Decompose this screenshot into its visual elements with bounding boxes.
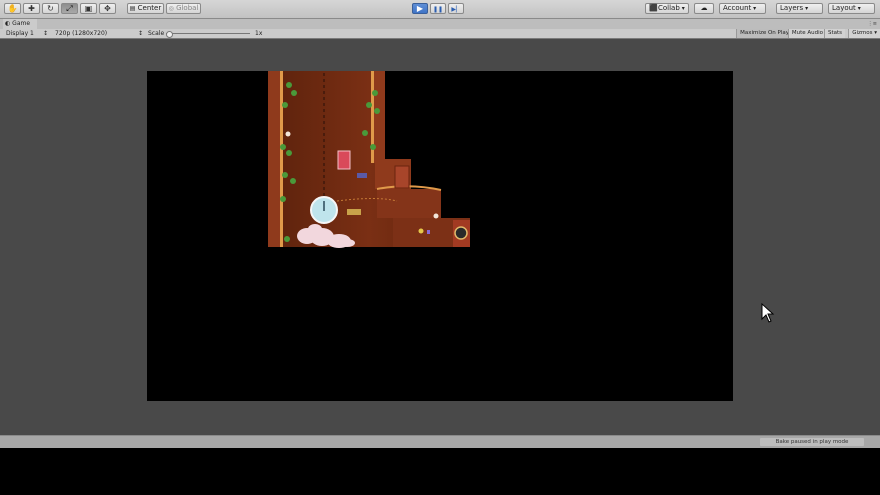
pause-icon: ❚❚ (432, 6, 444, 13)
layout-label: Layout (832, 4, 856, 12)
display-dropdown[interactable]: Display 1 ↕ (6, 29, 48, 38)
game-scene (268, 71, 470, 248)
collab-dropdown[interactable]: ⬛Collab (645, 3, 689, 14)
game-tab-label: Game (12, 20, 31, 27)
ledge-middle (377, 189, 441, 218)
layers-label: Layers (780, 4, 804, 12)
game-viewport[interactable] (147, 71, 733, 401)
mouse-cursor-icon (761, 303, 775, 323)
step-button[interactable]: ▶▏ (448, 3, 464, 14)
scale-label: Scale (148, 30, 165, 37)
tab-menu-icon[interactable]: ⋮≡ (868, 19, 877, 29)
play-icon: ▶ (416, 4, 424, 13)
gizmos-label: Gizmos (852, 30, 873, 36)
chevron-down-icon: ↕ (42, 30, 48, 37)
hand-tool-button[interactable]: ✋ (4, 3, 21, 14)
rotate-tool-button[interactable]: ↻ (42, 3, 59, 14)
mute-audio-toggle[interactable]: Mute Audio (787, 29, 826, 38)
collab-label: Collab (658, 4, 680, 12)
pickup-orb (433, 213, 439, 219)
maximize-on-play-toggle[interactable]: Maximize On Play (736, 29, 792, 38)
globe-icon: ◎ (168, 5, 174, 12)
main-toolbar: ✋ ✚ ↻ ⤢ ▣ ✥ ▤ Center ◎ Global ▶ ❚❚ ▶▏ ⬛Collab… (0, 0, 880, 19)
chest (357, 173, 367, 178)
step-icon: ▶▏ (451, 6, 461, 13)
gizmos-dropdown[interactable]: Gizmos ▾ (848, 29, 880, 38)
account-dropdown[interactable]: Account (719, 3, 766, 14)
flower (418, 228, 424, 234)
status-bar: Bake paused in play mode (0, 435, 880, 448)
rotate-tool-icon: ↻ (47, 4, 54, 13)
account-label: Account (723, 4, 752, 12)
basket (347, 209, 361, 215)
transform-tool-icon: ✥ (104, 4, 111, 13)
scale-slider[interactable] (166, 31, 250, 38)
small-gem (427, 230, 430, 234)
layout-dropdown[interactable]: Layout (828, 3, 875, 14)
game-view-toolbar: Display 1 ↕ 720p (1280x720) ↕ Scale 1x Max… (0, 29, 880, 39)
chevron-down-icon: ▾ (872, 30, 877, 36)
pivot-space-toggle[interactable]: ◎ Global (166, 3, 201, 14)
crate (394, 165, 410, 189)
rect-tool-button[interactable]: ▣ (80, 3, 97, 14)
scale-value: 1x (255, 30, 263, 37)
status-message: Bake paused in play mode (760, 438, 864, 446)
pickup-orb (285, 131, 291, 137)
hand-tool-icon: ✋ (7, 4, 18, 13)
scale-slider-thumb[interactable] (166, 31, 173, 38)
tab-game[interactable]: ◐ Game (3, 19, 37, 29)
editor-tab-bar: ◐ Game ⋮≡ (0, 19, 880, 29)
chevron-down-icon: ↕ (137, 30, 143, 37)
player-character (454, 226, 468, 240)
play-button[interactable]: ▶ (412, 3, 428, 14)
left-wall-edge (280, 71, 283, 247)
pivot-label: Center (137, 4, 162, 12)
stats-toggle[interactable]: Stats (823, 29, 845, 38)
pause-button[interactable]: ❚❚ (430, 3, 446, 14)
collab-icon: ⬛ (649, 4, 658, 12)
rect-tool-icon: ▣ (84, 4, 93, 13)
left-wall (268, 71, 282, 247)
scale-tool-button[interactable]: ⤢ (61, 3, 78, 14)
pivot-icon: ▤ (129, 5, 136, 12)
wall-picture (337, 150, 351, 170)
transform-tool-button[interactable]: ✥ (99, 3, 116, 14)
cloud-button[interactable]: ☁ (694, 3, 714, 14)
move-tool-button[interactable]: ✚ (23, 3, 40, 14)
cloud-icon: ☁ (700, 4, 708, 12)
pivot-center-toggle[interactable]: ▤ Center (127, 3, 164, 14)
resolution-label: 720p (1280x720) (55, 30, 108, 37)
layers-dropdown[interactable]: Layers (776, 3, 823, 14)
move-tool-icon: ✚ (28, 4, 35, 13)
game-tab-icon: ◐ (5, 20, 11, 27)
scale-tool-icon: ⤢ (66, 4, 73, 13)
display-label: Display 1 (6, 30, 34, 37)
resolution-dropdown[interactable]: 720p (1280x720) ↕ (55, 29, 143, 38)
space-label: Global (176, 4, 199, 12)
